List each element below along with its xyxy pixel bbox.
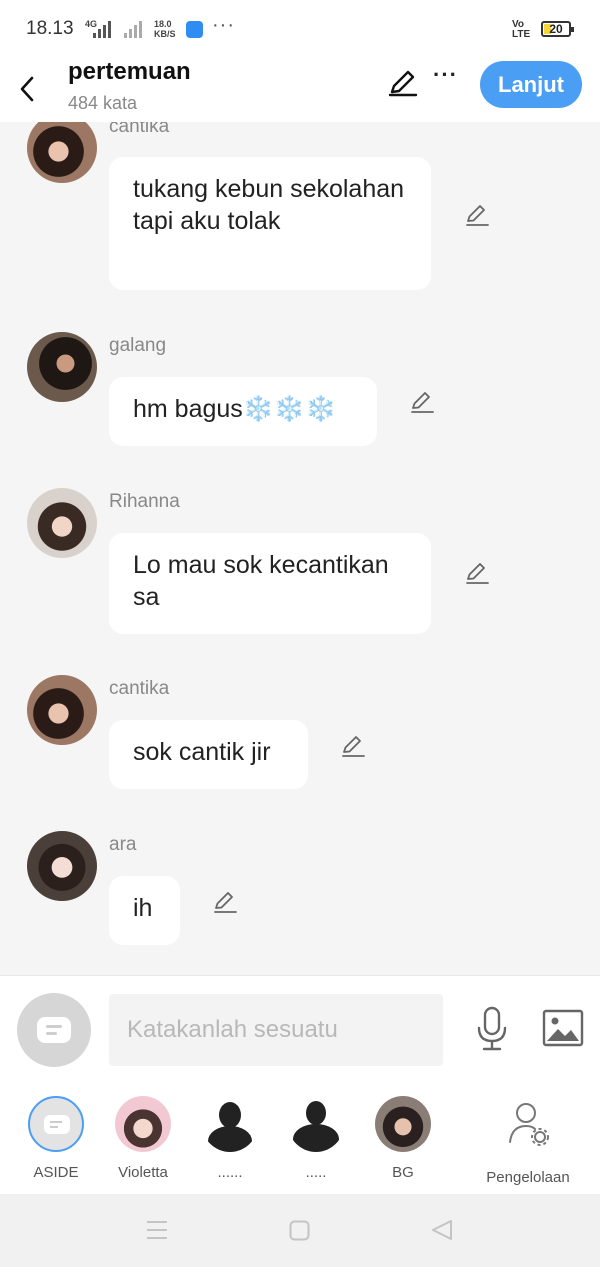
character-aside[interactable]: ASIDE (11, 1096, 101, 1181)
back-icon[interactable] (430, 1219, 454, 1241)
next-button[interactable]: Lanjut (480, 61, 582, 108)
character-unnamed-2[interactable]: ..... (271, 1096, 361, 1181)
character-violetta[interactable]: Violetta (98, 1096, 188, 1181)
edit-message-icon[interactable] (340, 733, 366, 759)
character-label: ASIDE (33, 1164, 79, 1181)
image-icon[interactable] (542, 1009, 584, 1047)
message-bubble[interactable]: tukang kebun sekolahan tapi aku tolak (109, 157, 431, 290)
system-nav-bar (0, 1194, 600, 1267)
status-bar: 18.13 4G 18.0 KB/S ··· Vo LTE 20 (0, 0, 600, 58)
aside-toggle-button[interactable] (17, 993, 91, 1067)
silhouette-avatar (202, 1096, 258, 1152)
sender-name: galang (109, 335, 167, 356)
message-input[interactable]: Katakanlah sesuatu (109, 994, 443, 1066)
microphone-icon[interactable] (474, 1006, 510, 1052)
app-notification-icon (186, 21, 203, 38)
home-icon[interactable] (289, 1220, 310, 1241)
character-bg[interactable]: BG (358, 1096, 448, 1181)
volte-icon: Vo LTE (512, 19, 531, 40)
message-bubble[interactable]: sok cantik jir (109, 720, 308, 789)
character-label: Violetta (118, 1164, 168, 1181)
character-label: ..... (305, 1164, 327, 1181)
word-count: 484 kata (68, 93, 138, 113)
avatar-rihanna[interactable] (27, 488, 97, 558)
net-speed-value: 18.0 (154, 19, 172, 29)
more-options-button[interactable]: ··· (433, 62, 458, 88)
net-speed-unit: KB/S (154, 29, 176, 39)
top-bar: pertemuan 484 kata ··· Lanjut (0, 58, 600, 122)
message-bubble[interactable]: ih (109, 876, 180, 945)
sender-name: Rihanna (109, 491, 180, 512)
character-label: Pengelolaan (486, 1169, 570, 1186)
avatar-galang[interactable] (27, 332, 97, 402)
sender-name: cantika (109, 122, 170, 137)
page-title: pertemuan (68, 58, 191, 85)
character-label: ...... (217, 1164, 243, 1181)
battery-icon: 20 (541, 21, 574, 37)
character-label: BG (392, 1164, 414, 1181)
character-unnamed-1[interactable]: ...... (185, 1096, 275, 1181)
bg-avatar (375, 1096, 431, 1152)
user-settings-icon (509, 1103, 549, 1146)
message-bubble[interactable]: Lo mau sok kecantikan sa (109, 533, 431, 634)
menu-icon[interactable] (146, 1220, 168, 1240)
signal-icon-2 (124, 20, 142, 38)
sender-name: cantika (109, 678, 170, 699)
message-composer: Katakanlah sesuatu (0, 975, 600, 1084)
message-bubble[interactable]: hm bagus❄️❄️❄️ (109, 377, 377, 446)
avatar-cantika[interactable] (27, 122, 97, 183)
edit-pencil-icon[interactable] (386, 66, 420, 100)
aside-avatar (28, 1096, 84, 1152)
avatar-cantika[interactable] (27, 675, 97, 745)
character-bar: ASIDE Violetta ...... ..... BG Pengelola… (0, 1084, 600, 1194)
chat-bubble-icon (37, 1017, 71, 1043)
violetta-avatar (115, 1096, 171, 1152)
chat-area[interactable]: cantika tukang kebun sekolahan tapi aku … (0, 122, 600, 974)
battery-level: 20 (549, 22, 563, 36)
avatar-ara[interactable] (27, 831, 97, 901)
silhouette-avatar (288, 1096, 344, 1152)
signal-icon (93, 20, 111, 38)
edit-message-icon[interactable] (212, 889, 238, 915)
sender-name: ara (109, 834, 137, 855)
edit-message-icon[interactable] (464, 202, 490, 228)
manage-characters[interactable]: Pengelolaan (472, 1096, 584, 1186)
status-time: 18.13 (26, 18, 74, 39)
edit-message-icon[interactable] (409, 389, 435, 415)
more-notifications-icon: ··· (212, 14, 235, 36)
back-arrow-icon[interactable] (12, 66, 46, 106)
edit-message-icon[interactable] (464, 560, 490, 586)
